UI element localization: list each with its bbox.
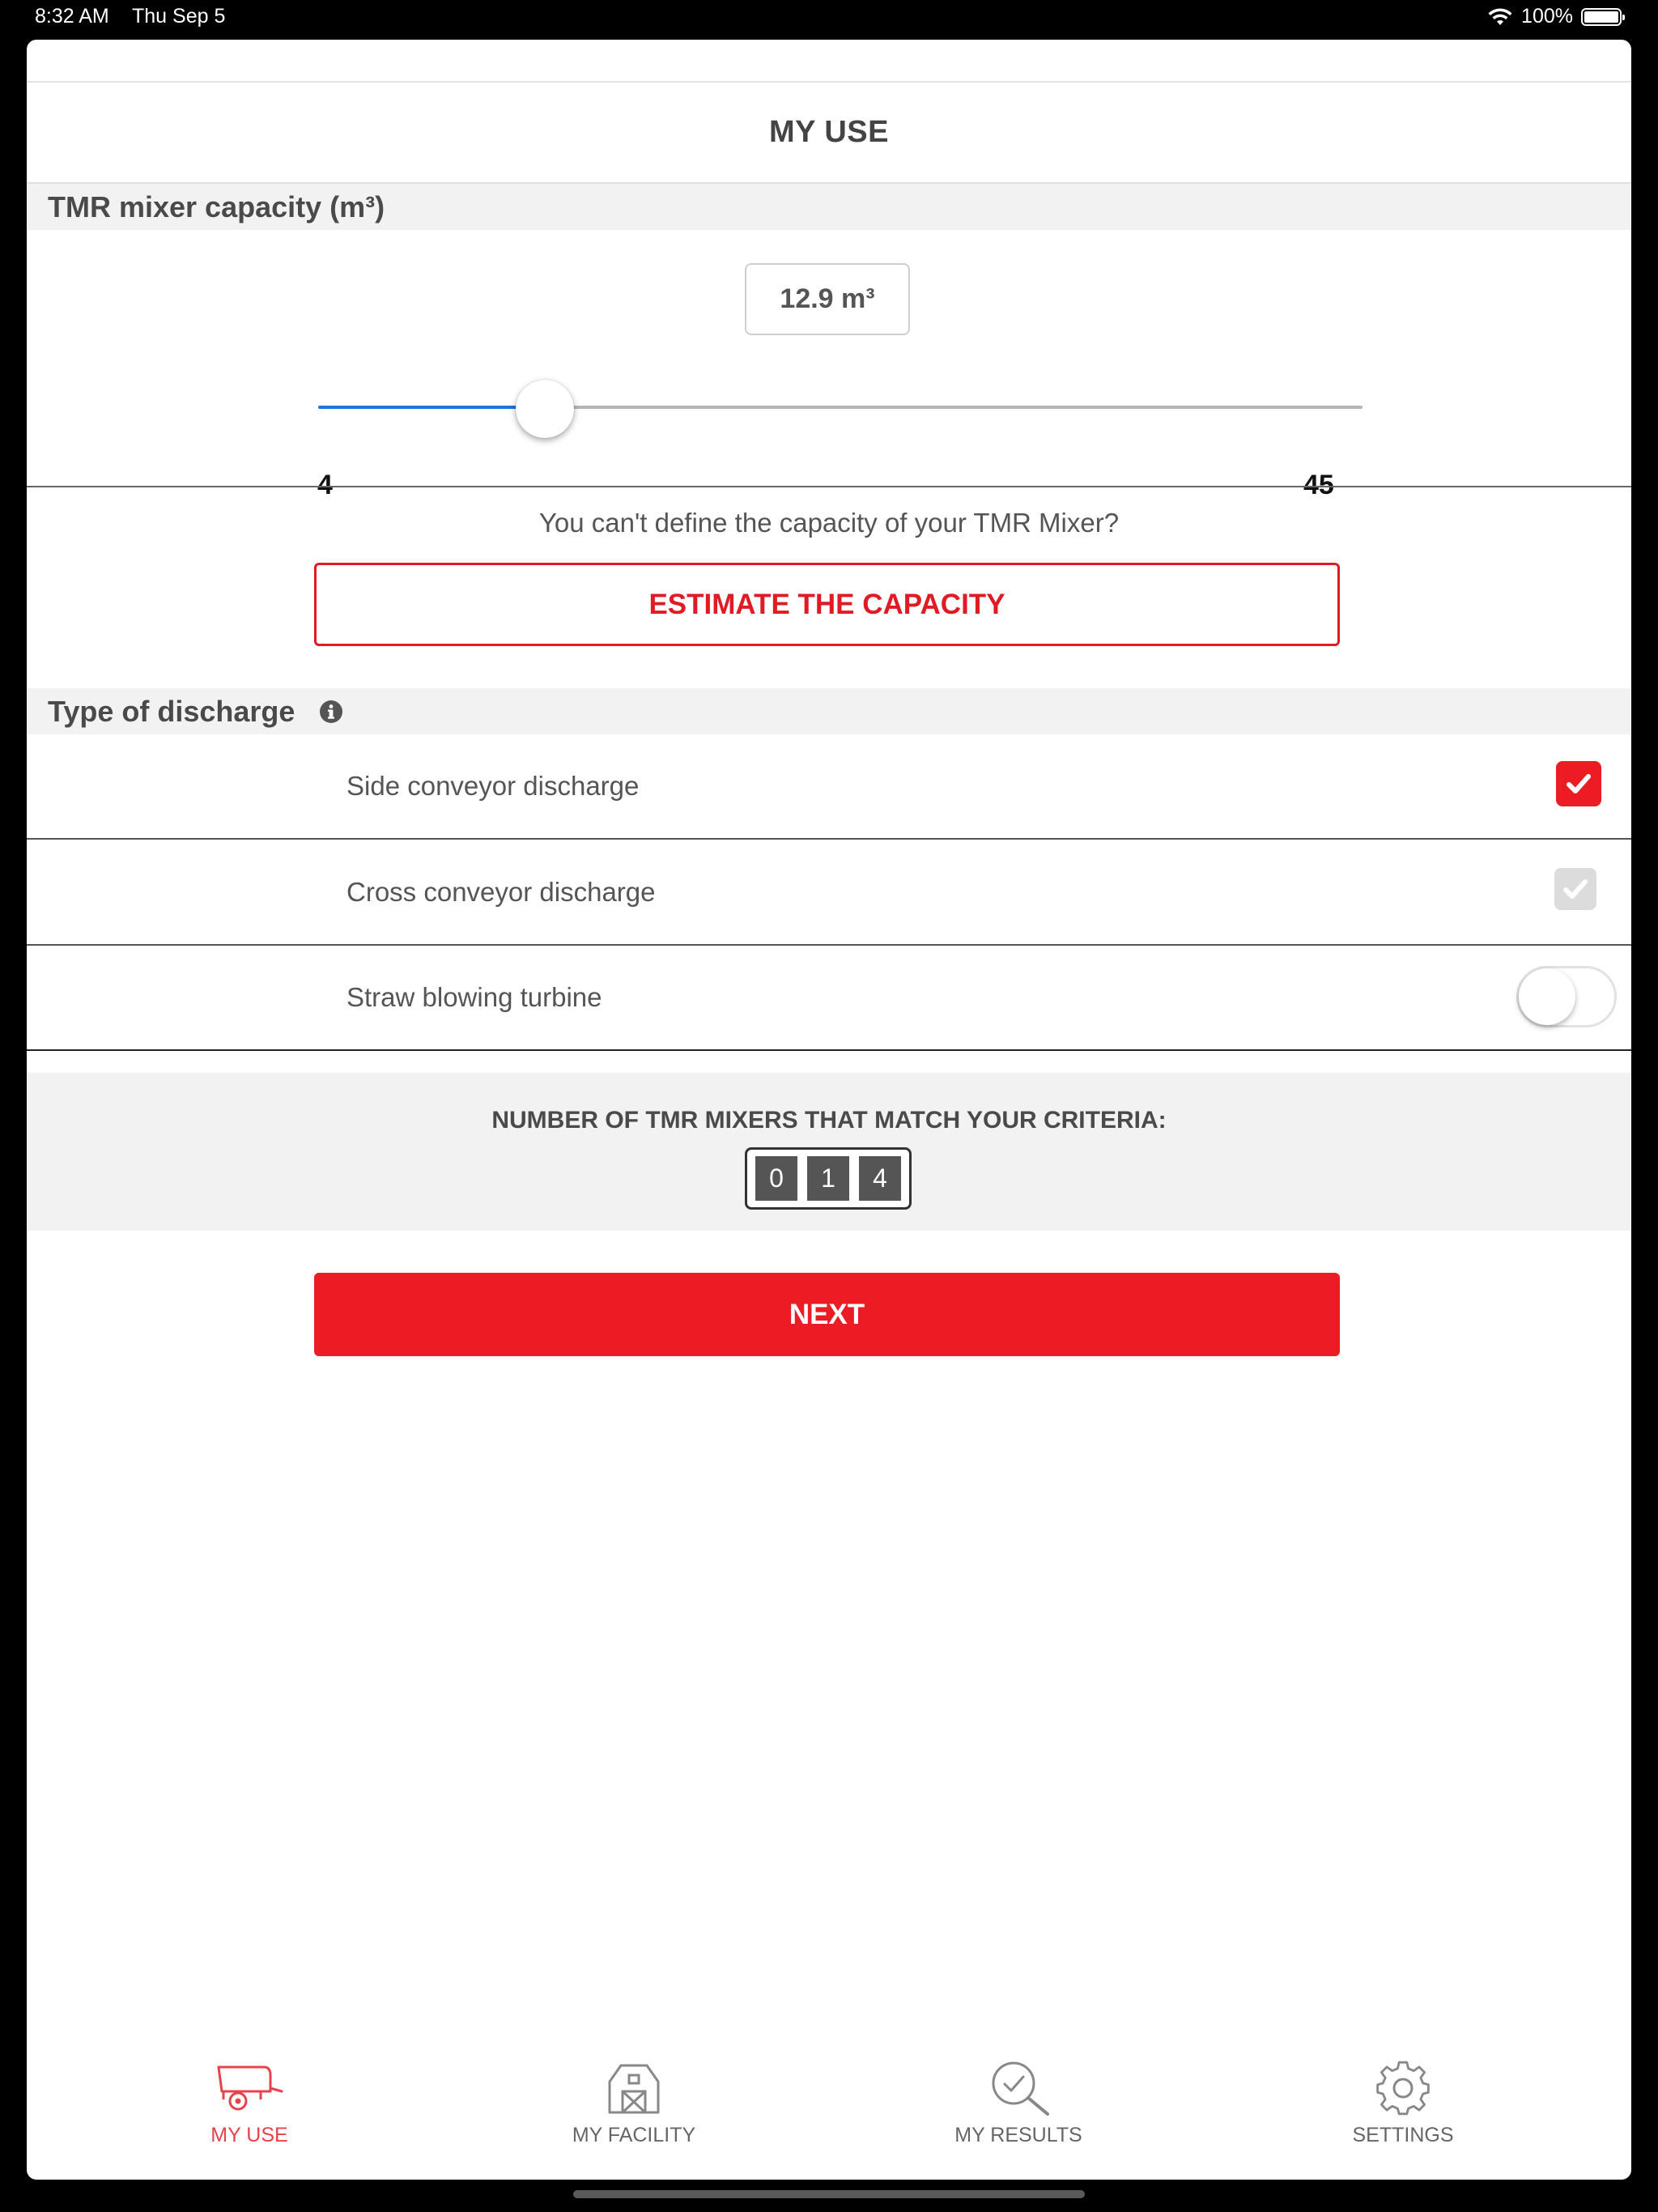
status-right: 100%	[1487, 5, 1625, 28]
discharge-section-title: Type of discharge	[48, 694, 295, 728]
battery-icon	[1581, 7, 1625, 26]
straw-turbine-toggle[interactable]	[1516, 966, 1617, 1027]
divider	[27, 1049, 1631, 1051]
magnifier-check-icon	[992, 2061, 1049, 2116]
battery-percent: 100%	[1521, 5, 1573, 28]
app-screen: MY USE TMR mixer capacity (m³) 12.9 m³ 4…	[27, 40, 1631, 2180]
counter-digit: 4	[859, 1156, 901, 1201]
next-button[interactable]: NEXT	[314, 1273, 1340, 1356]
criteria-title: NUMBER OF TMR MIXERS THAT MATCH YOUR CRI…	[491, 1107, 1167, 1134]
option-label: Straw blowing turbine	[346, 982, 602, 1012]
barn-icon	[608, 2064, 660, 2114]
capacity-section-title: TMR mixer capacity (m³)	[48, 189, 385, 223]
divider	[27, 838, 1631, 840]
option-label: Cross conveyor discharge	[346, 877, 656, 907]
mixer-wagon-icon	[217, 2065, 283, 2111]
page-title: MY USE	[768, 115, 889, 149]
counter-digit: 0	[755, 1156, 797, 1201]
capacity-section-header: TMR mixer capacity (m³)	[27, 184, 1631, 230]
top-strip	[27, 40, 1631, 83]
tab-bar: MY USE MY FACILITY MY RESULTS SETTINGS	[27, 2059, 1631, 2180]
tab-label: MY FACILITY	[572, 2124, 696, 2146]
page-header: MY USE	[27, 83, 1631, 184]
checkmark-icon	[1567, 774, 1591, 793]
home-indicator	[573, 2190, 1085, 2198]
checkmark-icon	[1563, 879, 1588, 899]
divider	[27, 944, 1631, 946]
status-time: 8:32 AM	[35, 5, 109, 28]
tab-label: MY RESULTS	[954, 2124, 1082, 2146]
gear-icon	[1376, 2061, 1430, 2116]
tab-label: SETTINGS	[1352, 2124, 1454, 2146]
tab-my-use[interactable]: MY USE	[128, 2059, 371, 2147]
cross-conveyor-checkbox[interactable]	[1554, 868, 1596, 910]
side-conveyor-checkbox[interactable]	[1556, 761, 1601, 806]
tab-my-results[interactable]: MY RESULTS	[897, 2059, 1140, 2147]
match-counter: 0 1 4	[745, 1147, 912, 1210]
status-bar: 8:32 AM Thu Sep 5 100%	[0, 0, 1658, 39]
info-icon[interactable]	[319, 700, 343, 724]
toggle-knob	[1519, 968, 1575, 1025]
divider	[27, 486, 1631, 487]
capacity-slider[interactable]	[318, 380, 1363, 438]
estimate-question: You can't define the capacity of your TM…	[538, 508, 1120, 538]
capacity-value-display: 12.9 m³	[745, 263, 910, 335]
status-date: Thu Sep 5	[132, 5, 226, 28]
slider-thumb[interactable]	[516, 380, 575, 438]
discharge-section-header: Type of discharge	[27, 688, 1631, 734]
tab-label: MY USE	[210, 2124, 288, 2146]
wifi-icon	[1488, 7, 1512, 25]
tab-settings[interactable]: SETTINGS	[1282, 2059, 1524, 2147]
counter-digit: 1	[807, 1156, 849, 1201]
tab-my-facility[interactable]: MY FACILITY	[512, 2059, 755, 2147]
slider-fill	[318, 406, 546, 409]
criteria-panel: NUMBER OF TMR MIXERS THAT MATCH YOUR CRI…	[27, 1073, 1631, 1231]
option-label: Side conveyor discharge	[346, 771, 640, 801]
estimate-capacity-button[interactable]: ESTIMATE THE CAPACITY	[314, 563, 1340, 646]
